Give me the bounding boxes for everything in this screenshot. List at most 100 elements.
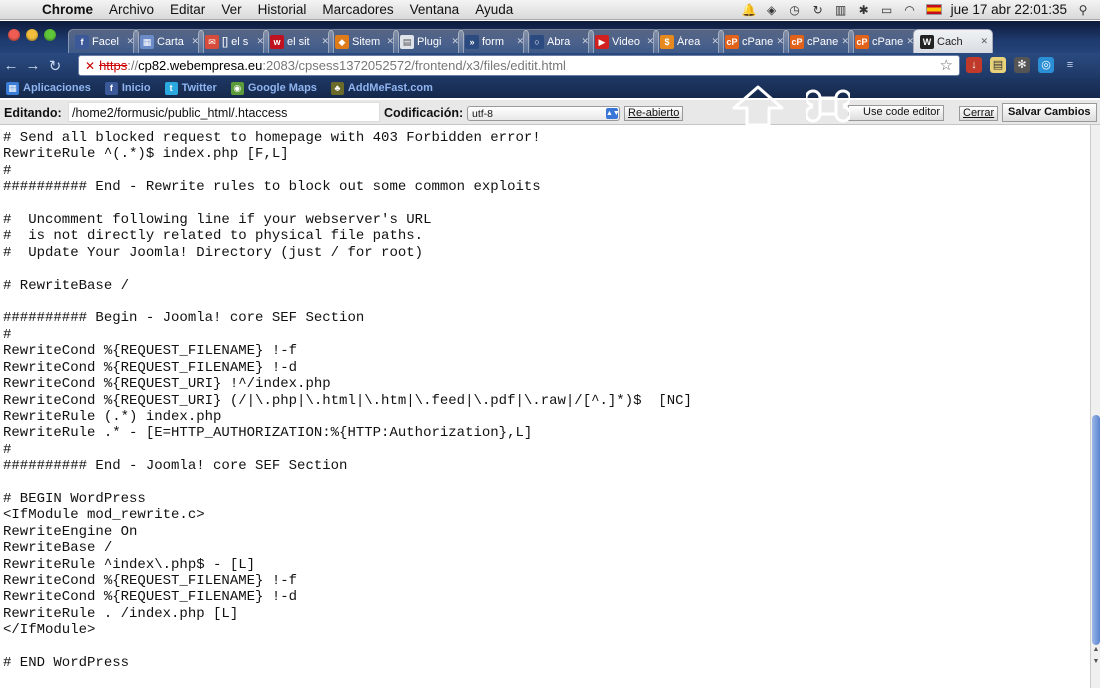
address-bar[interactable]: ✕ https :// cp82.webempresa.eu :2083/cps… <box>78 55 960 76</box>
tab-close-icon[interactable]: ✕ <box>256 36 264 47</box>
browser-tab[interactable]: $ Área ✕ <box>653 29 724 53</box>
spain-flag-icon[interactable] <box>925 4 942 15</box>
tab-label: cPane <box>807 35 839 48</box>
browser-tab[interactable]: ▤ Plugi ✕ <box>393 29 464 53</box>
forward-icon[interactable]: → <box>22 57 44 74</box>
sync-icon[interactable]: ↻ <box>811 3 825 17</box>
browser-tab[interactable]: » form ✕ <box>458 29 529 53</box>
close-window-icon[interactable] <box>8 29 20 41</box>
tab-favicon-icon: ◆ <box>335 34 349 49</box>
bookmark-item[interactable]: f Inicio <box>104 81 151 95</box>
menu-ver[interactable]: Ver <box>213 2 249 17</box>
tab-label: Carta <box>157 35 184 48</box>
app-status-icon[interactable]: ▥ <box>834 3 848 17</box>
menu-marcadores[interactable]: Marcadores <box>314 2 401 17</box>
tab-label: Sitem <box>352 35 381 48</box>
bookmark-label: AddMeFast.com <box>347 82 433 94</box>
tab-close-icon[interactable]: ✕ <box>386 36 394 47</box>
menu-ventana[interactable]: Ventana <box>402 2 468 17</box>
tab-favicon-icon: ✉ <box>205 34 219 49</box>
dropbox-icon[interactable]: ◈ <box>765 3 779 17</box>
tab-label: cPane <box>742 35 774 48</box>
tab-label: form <box>482 35 504 48</box>
tab-favicon-icon: W <box>920 34 934 49</box>
tab-close-icon[interactable]: ✕ <box>516 36 524 47</box>
download-extension-icon[interactable]: ↓ <box>966 57 982 73</box>
code-editor-textarea[interactable]: # Send all blocked request to homepage w… <box>0 125 1090 688</box>
browser-tab[interactable]: ▶ Video ✕ <box>588 29 659 53</box>
sync-extension-icon[interactable]: ◎ <box>1038 57 1054 73</box>
zoom-window-icon[interactable] <box>44 29 56 41</box>
bluetooth-icon[interactable]: ✱ <box>857 3 871 17</box>
vertical-scrollbar[interactable]: ▲ ▼ <box>1090 125 1100 688</box>
bookmark-item[interactable]: t Twitter <box>164 81 217 95</box>
back-icon[interactable]: ← <box>0 57 22 74</box>
browser-tab[interactable]: ○ Abra ✕ <box>523 29 594 53</box>
scroll-down-icon[interactable]: ▼ <box>1092 657 1100 667</box>
browser-tab[interactable]: ✉[] el s ✕ <box>198 29 269 53</box>
menu-app-name[interactable]: Chrome <box>34 2 101 17</box>
reload-icon[interactable]: ↻ <box>44 57 66 75</box>
browser-tab[interactable]: cP cPane ✕ <box>783 29 854 53</box>
tab-close-icon[interactable]: ✕ <box>191 36 199 47</box>
bookmark-item[interactable]: ◉ Google Maps <box>230 81 317 95</box>
tab-label: cPane <box>872 35 904 48</box>
browser-tab[interactable]: ◆ Sitem ✕ <box>328 29 399 53</box>
minimize-window-icon[interactable] <box>26 29 38 41</box>
tab-label: Video <box>612 35 640 48</box>
tab-close-icon[interactable]: ✕ <box>321 36 329 47</box>
tab-close-icon[interactable]: ✕ <box>980 36 988 47</box>
bookmark-star-icon[interactable]: ☆ <box>940 56 953 74</box>
scroll-up-icon[interactable]: ▲ <box>1092 645 1100 655</box>
settings-extension-icon[interactable]: ✻ <box>1014 57 1030 73</box>
file-content[interactable]: # Send all blocked request to homepage w… <box>3 130 692 671</box>
tab-close-icon[interactable]: ✕ <box>646 36 654 47</box>
bookmark-item[interactable]: ♣ AddMeFast.com <box>330 81 433 95</box>
clock[interactable]: jue 17 abr 22:01:35 <box>951 2 1067 17</box>
apps-icon: ▦ <box>6 81 19 95</box>
chevron-down-icon: ▲▼ <box>606 108 620 119</box>
file-path-field[interactable]: /home2/formusic/public_html/.htaccess <box>68 102 380 122</box>
tabs: f Facel ✕ ▦ Carta ✕ ✉[] el s ✕ w el sit ✕ ◆ Sitem ✕ ▤ P… <box>68 29 993 53</box>
menu-editar[interactable]: Editar <box>162 2 213 17</box>
wifi-icon[interactable]: ◠ <box>903 3 917 17</box>
browser-tab[interactable]: f Facel ✕ <box>68 29 139 53</box>
facebook-icon: f <box>104 81 118 95</box>
bookmark-item[interactable]: ▦ Aplicaciones <box>6 81 91 95</box>
encoding-select[interactable]: utf-8 ▲▼ <box>467 106 620 121</box>
menu-historial[interactable]: Historial <box>250 2 315 17</box>
tab-favicon-icon: cP <box>855 34 869 49</box>
browser-tab[interactable]: W Cach ✕ <box>913 29 993 53</box>
command-key-icon <box>806 89 850 123</box>
editor-header: Editando: /home2/formusic/public_html/.h… <box>0 100 1100 125</box>
tab-close-icon[interactable]: ✕ <box>906 36 914 47</box>
chrome-menu-icon[interactable]: ≡ <box>1062 57 1078 73</box>
notes-extension-icon[interactable]: ▤ <box>990 57 1006 73</box>
tab-label: Área <box>677 35 701 48</box>
close-button[interactable]: Cerrar <box>959 106 999 121</box>
browser-tab[interactable]: w el sit ✕ <box>263 29 334 53</box>
tab-close-icon[interactable]: ✕ <box>451 36 459 47</box>
battery-icon[interactable]: ▭ <box>880 3 894 17</box>
scrollbar-thumb[interactable] <box>1092 415 1100 645</box>
bell-icon[interactable]: 🔔 <box>742 3 757 17</box>
tab-close-icon[interactable]: ✕ <box>581 36 589 47</box>
time-machine-icon[interactable]: ◷ <box>788 3 802 17</box>
browser-tab[interactable]: ▦ Carta ✕ <box>133 29 204 53</box>
menu-archivo[interactable]: Archivo <box>101 2 162 17</box>
insecure-lock-icon[interactable]: ✕ <box>85 59 95 73</box>
spotlight-search-icon[interactable]: ⚲ <box>1076 3 1090 17</box>
tab-close-icon[interactable]: ✕ <box>711 36 719 47</box>
save-changes-button[interactable]: Salvar Cambios <box>1002 103 1097 122</box>
use-code-editor-button[interactable]: Use code editor <box>848 105 945 121</box>
tab-close-icon[interactable]: ✕ <box>776 36 784 47</box>
maps-icon: ◉ <box>230 81 244 95</box>
browser-tab[interactable]: cP cPane ✕ <box>718 29 789 53</box>
tab-favicon-icon: ○ <box>530 34 544 49</box>
tab-close-icon[interactable]: ✕ <box>841 36 849 47</box>
reopen-button[interactable]: Re-abierto <box>624 106 684 121</box>
menu-ayuda[interactable]: Ayuda <box>467 2 521 17</box>
tab-close-icon[interactable]: ✕ <box>126 36 134 47</box>
macos-menu-bar: Chrome Archivo Editar Ver Historial Marc… <box>0 0 1100 20</box>
browser-tab[interactable]: cP cPane ✕ <box>848 29 919 53</box>
